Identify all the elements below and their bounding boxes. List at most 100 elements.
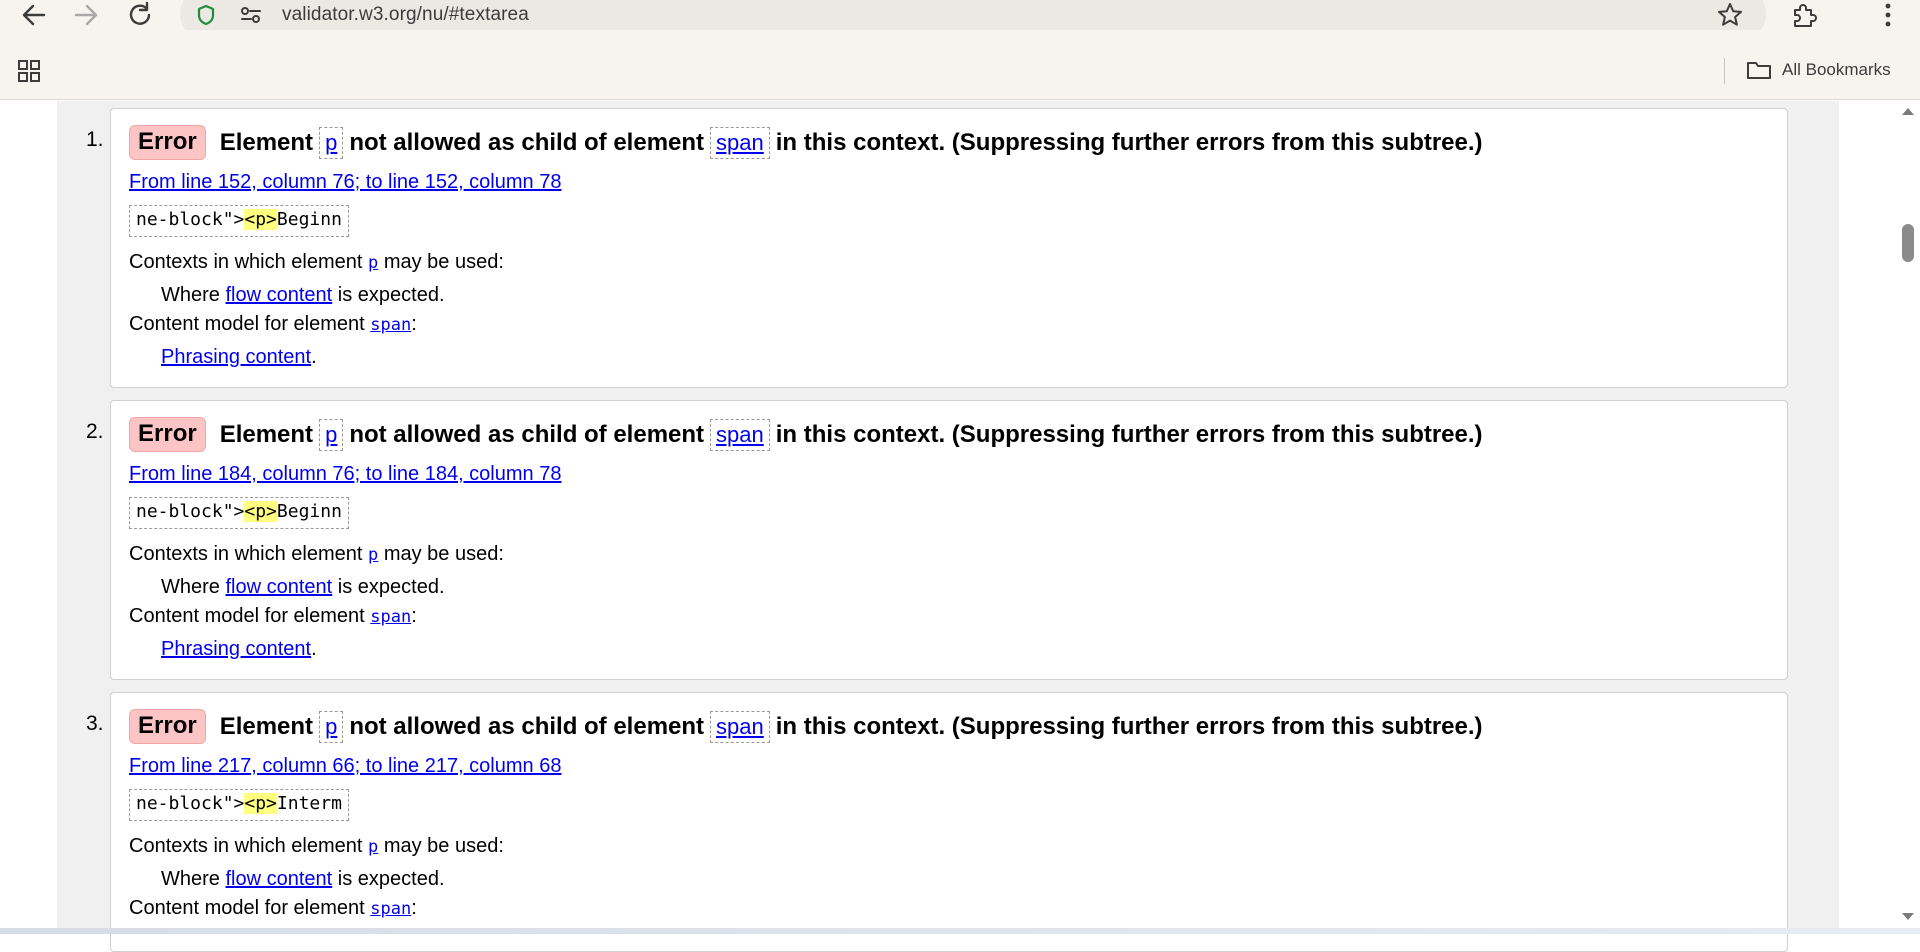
heading-text: Element: [219, 420, 314, 448]
parent-element-link[interactable]: span: [710, 710, 770, 743]
parent-element-link[interactable]: span: [710, 126, 770, 159]
puzzle-icon: [1794, 4, 1817, 27]
element-link[interactable]: p: [368, 253, 378, 273]
element-link[interactable]: p: [319, 126, 344, 159]
flow-content-link[interactable]: flow content: [225, 868, 332, 890]
where-text: Where: [161, 868, 220, 890]
shield-icon[interactable]: [195, 3, 217, 27]
forward-button[interactable]: [68, 0, 104, 30]
element-link[interactable]: span: [370, 315, 411, 335]
back-button[interactable]: [16, 0, 52, 30]
star-icon: [1718, 3, 1742, 26]
url-text[interactable]: validator.w3.org/nu/#textarea: [282, 4, 529, 26]
source-extract: ne-block"><p>Interm: [129, 789, 349, 821]
contexts-line: Contexts in which element p may be used:: [129, 543, 504, 566]
site-settings-icon[interactable]: [236, 2, 266, 28]
contexts-text: may be used:: [383, 543, 504, 565]
folder-icon: [1747, 62, 1771, 79]
extract-text: ne-block">: [136, 501, 245, 522]
reload-button[interactable]: [122, 0, 158, 30]
scrollbar-thumb[interactable]: [1902, 224, 1914, 262]
contexts-text: Contexts in which element: [129, 543, 363, 565]
extract-text: Beginn: [276, 501, 342, 522]
element-link[interactable]: p: [368, 837, 378, 857]
heading-text: Element: [219, 712, 314, 740]
flow-content-link[interactable]: flow content: [225, 284, 332, 306]
where-line: Where flow content is expected.: [161, 284, 445, 307]
parent-element-link[interactable]: span: [710, 418, 770, 451]
content-model-text: :: [411, 605, 417, 627]
element-link[interactable]: p: [319, 418, 344, 451]
contexts-text: Contexts in which element: [129, 835, 363, 857]
bookmarks-bar: [0, 30, 1920, 100]
bookmark-star-button[interactable]: [1712, 0, 1748, 30]
source-extract: ne-block"><p>Beginn: [129, 497, 349, 529]
where-line: Where flow content is expected.: [161, 868, 445, 891]
element-link[interactable]: p: [319, 710, 344, 743]
where-text: is expected.: [337, 576, 445, 598]
error-message: Error Element p not allowed as child of …: [110, 692, 1788, 952]
location-link[interactable]: From line 217, column 66; to line 217, c…: [129, 755, 561, 778]
extract-text: Beginn: [276, 209, 342, 230]
phrasing-text: .: [311, 346, 317, 368]
message-heading: Error Element p not allowed as child of …: [129, 709, 1777, 744]
contexts-text: Contexts in which element: [129, 251, 363, 273]
content-model-line: Content model for element span:: [129, 897, 417, 920]
extract-highlight: <p>: [244, 793, 277, 814]
contexts-line: Contexts in which element p may be used:: [129, 835, 504, 858]
content-model-line: Content model for element span:: [129, 313, 417, 336]
message-heading: Error Element p not allowed as child of …: [129, 125, 1777, 160]
heading-text: in this context. (Suppressing further er…: [775, 128, 1483, 156]
heading-text: not allowed as child of element: [349, 128, 705, 156]
location-link[interactable]: From line 152, column 76; to line 152, c…: [129, 171, 561, 194]
arrow-right-icon: [74, 4, 98, 26]
error-badge: Error: [129, 709, 206, 744]
scroll-up-arrow-icon[interactable]: [1900, 104, 1916, 118]
arrow-left-icon: [22, 4, 46, 26]
all-bookmarks-label: All Bookmarks: [1782, 60, 1891, 79]
where-text: Where: [161, 576, 220, 598]
element-link[interactable]: span: [370, 899, 411, 919]
content-model-text: :: [411, 313, 417, 335]
extract-highlight: <p>: [244, 501, 277, 522]
reload-icon: [129, 1, 151, 25]
extensions-button[interactable]: [1786, 0, 1822, 30]
apps-grid-icon[interactable]: [16, 58, 42, 84]
contexts-text: may be used:: [383, 251, 504, 273]
extract-text: Interm: [276, 793, 342, 814]
where-text: Where: [161, 284, 220, 306]
heading-text: not allowed as child of element: [349, 420, 705, 448]
browser-menu-button[interactable]: [1870, 0, 1906, 30]
bookmarks-separator: [1724, 58, 1725, 84]
flow-content-link[interactable]: flow content: [225, 576, 332, 598]
where-line: Where flow content is expected.: [161, 576, 445, 599]
scroll-down-arrow-icon[interactable]: [1900, 910, 1916, 924]
message-number: 3.: [86, 712, 104, 735]
phrasing-line: Phrasing content.: [161, 638, 317, 661]
where-text: is expected.: [337, 284, 445, 306]
extract-text: ne-block">: [136, 209, 245, 230]
error-badge: Error: [129, 125, 206, 160]
phrasing-content-link[interactable]: Phrasing content: [161, 638, 311, 660]
phrasing-content-link[interactable]: Phrasing content: [161, 346, 311, 368]
location-link[interactable]: From line 184, column 76; to line 184, c…: [129, 463, 561, 486]
element-link[interactable]: p: [368, 545, 378, 565]
more-vertical-icon: [1885, 3, 1891, 27]
heading-text: not allowed as child of element: [349, 712, 705, 740]
content-model-text: Content model for element: [129, 313, 365, 335]
source-extract: ne-block"><p>Beginn: [129, 205, 349, 237]
heading-text: in this context. (Suppressing further er…: [775, 712, 1483, 740]
extract-highlight: <p>: [244, 209, 277, 230]
all-bookmarks-button[interactable]: All Bookmarks: [1746, 56, 1891, 84]
contexts-text: may be used:: [383, 835, 504, 857]
bottom-edge: [0, 928, 1920, 934]
element-link[interactable]: span: [370, 607, 411, 627]
where-text: is expected.: [337, 868, 445, 890]
message-heading: Error Element p not allowed as child of …: [129, 417, 1777, 452]
content-model-text: Content model for element: [129, 605, 365, 627]
extract-text: ne-block">: [136, 793, 245, 814]
content-model-text: :: [411, 897, 417, 919]
content-model-line: Content model for element span:: [129, 605, 417, 628]
message-number: 1.: [86, 128, 104, 151]
phrasing-line: Phrasing content.: [161, 346, 317, 369]
